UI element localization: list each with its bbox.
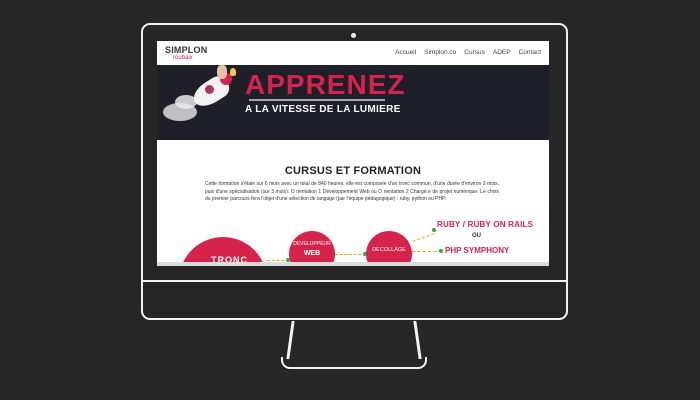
nav-contact[interactable]: Contact: [519, 49, 541, 56]
logo[interactable]: SIMPLON: [165, 45, 207, 55]
nav-accueil[interactable]: Accueil: [395, 49, 416, 56]
dev-web-circle[interactable]: [289, 231, 335, 266]
nav-cursus[interactable]: Cursus: [464, 49, 485, 56]
hero-subline: A LA VITESSE DE LA LUMIERE: [245, 104, 401, 115]
php-option[interactable]: PHP SYMPHONY: [445, 246, 509, 255]
person-icon: [217, 65, 227, 79]
imac-stand-left: [286, 321, 295, 359]
screen: SIMPLON roubaix Accueil Simplon.co Cursu…: [157, 41, 549, 266]
section-title: CURSUS ET FORMATION: [284, 165, 422, 177]
hero-banner: APPRENEZ A LA VITESSE DE LA LUMIERE: [157, 65, 549, 140]
connector-dot: [439, 249, 443, 253]
arrow-decollage-ruby: [412, 233, 435, 243]
arrow-decollage-php: [412, 251, 442, 253]
ruby-option[interactable]: RUBY / RUBY ON RAILS: [437, 220, 533, 229]
site-header: SIMPLON roubaix Accueil Simplon.co Cursu…: [157, 41, 549, 66]
lightbulb-icon: [230, 68, 236, 76]
intro-text: Cette formation s'étale sur 6 mois avec …: [205, 181, 499, 203]
hero-underline: [249, 99, 385, 101]
dev-web-label-1: DEVELOPPEUR: [293, 241, 331, 247]
nav-simplon-co[interactable]: Simplon.co: [424, 49, 456, 56]
imac-camera: [351, 33, 356, 38]
screen-bottom-edge: [157, 262, 549, 266]
or-label: OU: [472, 233, 481, 239]
decollage-label: DECOLLAGE: [372, 247, 406, 253]
rocket-window: [205, 85, 214, 94]
nav: Accueil Simplon.co Cursus ADEP Contact: [395, 49, 541, 56]
imac-chin-line: [142, 280, 567, 282]
imac-stand-base: [281, 357, 427, 369]
nav-adep[interactable]: ADEP: [493, 49, 511, 56]
hero-headline: APPRENEZ: [245, 69, 406, 100]
connector-dot: [432, 228, 436, 232]
imac-stand-right: [413, 321, 422, 359]
dev-web-label-2: WEB: [303, 250, 321, 257]
arrow-dev-decollage: [335, 254, 366, 256]
logo-sub: roubaix: [173, 55, 193, 61]
